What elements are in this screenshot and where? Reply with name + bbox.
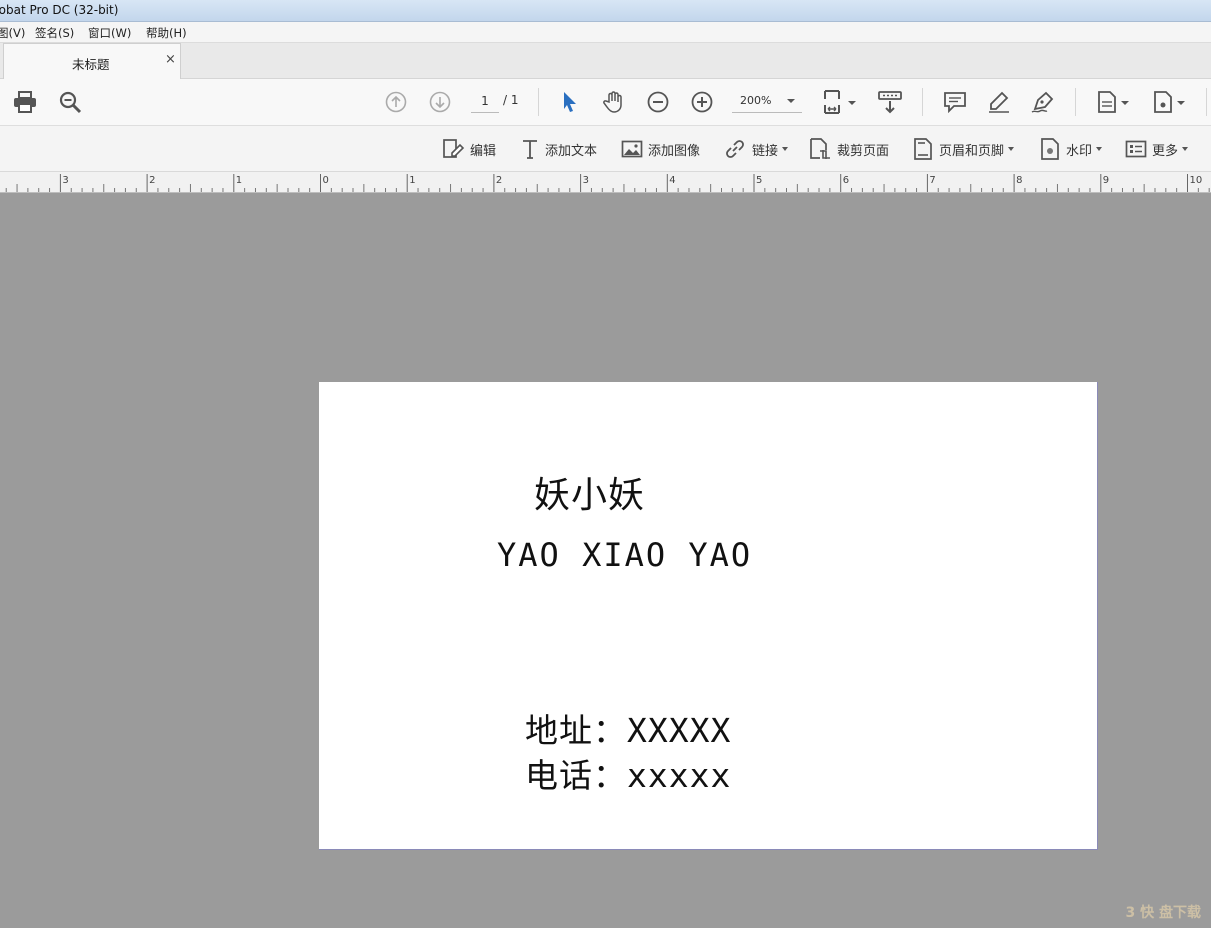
highlight-icon[interactable] [986,89,1012,115]
pdf-page: 妖小妖 YAO XIAO YAO 地址：XXXXX 电话：xxxxx [319,382,1098,850]
ruler-label: 7 [929,175,935,186]
comment-icon[interactable] [942,89,968,115]
ruler-scale: 3 2 1 0 1 2 3 4 5 6 7 8 9 10 [5,174,1210,192]
ruler-label: 2 [496,175,502,186]
zoom-value: 200% [740,94,772,107]
phone-label: 电话： [525,756,627,795]
edit-pdf-toolbar: 编辑 添加文本 添加图像 链接 裁剪页面 页眉和页脚 水印 更多 [0,126,1211,172]
zoom-select[interactable]: 200% [732,90,802,113]
ruler-label: 9 [1103,175,1109,186]
image-icon [621,140,643,158]
document-name-english: YAO XIAO YAO [497,536,753,574]
zoom-in-icon[interactable] [689,89,715,115]
chevron-down-icon[interactable] [848,101,856,105]
next-page-icon[interactable] [427,89,453,115]
select-cursor-icon[interactable] [557,89,583,115]
ruler-label: 3 [62,175,68,186]
scroll-mode-icon[interactable] [877,89,903,115]
text-icon [523,140,537,159]
tab-label: 未标题 [72,57,110,72]
menu-window[interactable]: 窗口(W) [88,25,131,41]
toolbar-divider [1206,88,1207,116]
page-total: / 1 [503,93,519,107]
zoom-out-icon[interactable] [645,89,671,115]
hand-tool-icon[interactable] [601,89,627,115]
link-icon [726,140,744,158]
more-label: 更多 [1152,143,1179,159]
tab-document[interactable]: 未标题 × [3,43,181,79]
print-icon[interactable] [12,89,38,115]
toolbar-divider [538,88,539,116]
ruler-label: 5 [756,175,762,186]
chevron-down-icon [787,99,795,103]
header-footer-label: 页眉和页脚 [939,143,1005,159]
phone-value: xxxxx [627,756,732,795]
ruler-label: 8 [1016,175,1022,186]
edit-label: 编辑 [470,143,497,159]
link-button[interactable]: 链接 [723,136,789,162]
previous-page-icon[interactable] [383,89,409,115]
ruler-label: 1 [236,175,242,186]
ruler-label: 10 [1190,175,1203,186]
tab-bar: 未标题 × [0,43,1211,79]
search-icon[interactable] [57,89,83,115]
export-document-icon[interactable] [1150,89,1176,115]
crop-label: 裁剪页面 [837,143,890,159]
fit-page-icon[interactable] [821,89,847,115]
more-list-icon [1125,140,1147,158]
document-name-chinese: 妖小妖 [534,475,646,516]
watermark-label: 水印 [1066,143,1093,159]
toolbar-divider [922,88,923,116]
add-image-button[interactable]: 添加图像 [621,136,700,162]
chevron-down-icon [1008,147,1015,151]
close-icon[interactable]: × [165,52,176,67]
title-bar: robat Pro DC (32-bit) [0,0,1211,22]
document-icon[interactable] [1094,89,1120,115]
menu-sign[interactable]: 签名(S) [35,25,74,41]
sign-pen-icon[interactable] [1030,89,1056,115]
ruler-label: 1 [409,175,415,186]
edit-button[interactable]: 编辑 [441,136,496,162]
menu-help[interactable]: 帮助(H) [146,25,187,41]
ruler-label: 0 [323,175,329,186]
address-label: 地址： [525,711,627,750]
watermark-icon [1041,138,1059,160]
address-value: XXXXX [627,711,732,750]
header-footer-icon [914,138,932,160]
chevron-down-icon [782,147,789,151]
edit-icon [443,139,465,158]
document-address-line: 地址：XXXXX [525,704,731,752]
document-phone-line: 电话：xxxxx [525,749,731,797]
watermark-button[interactable]: 水印 [1039,136,1103,162]
header-footer-button[interactable]: 页眉和页脚 [912,136,1015,162]
toolbar-divider [1075,88,1076,116]
link-label: 链接 [752,143,779,159]
window-title: robat Pro DC (32-bit) [0,3,119,17]
more-button[interactable]: 更多 [1125,136,1189,162]
add-text-label: 添加文本 [545,143,598,159]
menu-bar: 图(V) 签名(S) 窗口(W) 帮助(H) [0,22,1211,43]
crop-page-button[interactable]: 裁剪页面 [808,136,889,162]
chevron-down-icon[interactable] [1121,101,1129,105]
chevron-down-icon [1096,147,1103,151]
ruler-label: 4 [669,175,675,186]
main-toolbar: 1 / 1 200% [0,79,1211,126]
chevron-down-icon [1182,147,1189,151]
add-text-button[interactable]: 添加文本 [520,136,597,162]
site-watermark: 3 快 盘下载 [1125,905,1202,921]
add-image-label: 添加图像 [648,143,701,159]
ruler-label: 3 [583,175,589,186]
menu-view[interactable]: 图(V) [0,25,25,41]
ruler-label: 6 [843,175,849,186]
ruler-label: 2 [149,175,155,186]
crop-icon [810,138,830,159]
chevron-down-icon[interactable] [1177,101,1185,105]
horizontal-ruler: 3 2 1 0 1 2 3 4 5 6 7 8 9 10 [0,172,1211,193]
page-number-input[interactable]: 1 [471,90,499,113]
